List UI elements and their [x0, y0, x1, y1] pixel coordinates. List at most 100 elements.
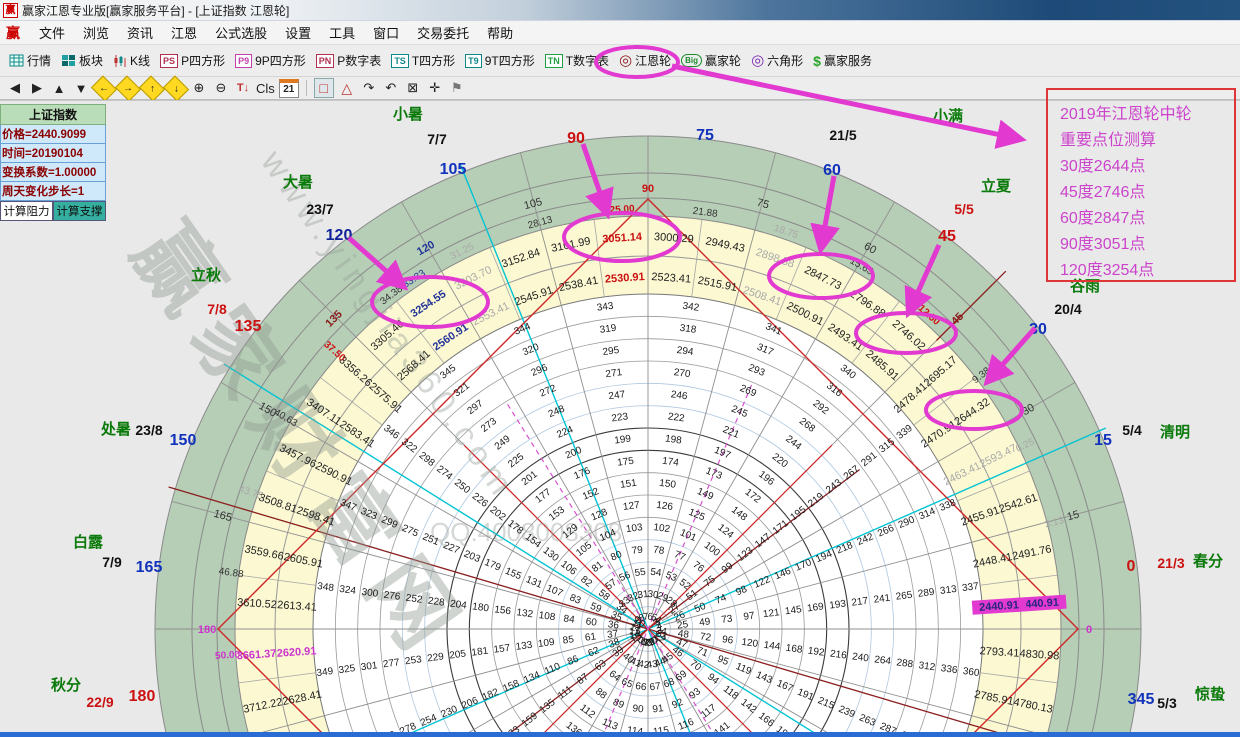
svg-text:120: 120 — [326, 227, 353, 244]
symbol-title: 上证指数 — [0, 104, 106, 125]
svg-text:清明: 清明 — [1160, 423, 1190, 441]
calendar-button[interactable]: 21 — [279, 79, 299, 98]
svg-text:30: 30 — [1029, 321, 1047, 338]
annotation-note-box: 2019年江恩轮中轮重要点位测算30度2644点45度2746点60度2847点… — [1046, 88, 1236, 282]
svg-text:109: 109 — [537, 637, 555, 650]
zoom-out-button[interactable]: ⊖ — [212, 79, 230, 97]
9t-square-button[interactable]: T99T四方形 — [465, 52, 535, 69]
cls-button[interactable]: Cls — [256, 79, 275, 97]
menu-item-帮助[interactable]: 帮助 — [487, 23, 513, 42]
t-number-table-button[interactable]: TNT数字表 — [545, 52, 609, 69]
rotate-cw-button[interactable]: ↷ — [360, 79, 378, 97]
menu-item-交易委托[interactable]: 交易委托 — [417, 23, 469, 42]
panel-row-0: 价格=2440.9099 — [0, 125, 106, 144]
winner-service-button[interactable]: $赢家服务 — [813, 52, 872, 69]
zoom-in-button[interactable]: ⊕ — [190, 79, 208, 97]
svg-text:265: 265 — [895, 590, 913, 603]
quotes-button[interactable]: 行情 — [9, 52, 51, 69]
svg-text:150: 150 — [170, 432, 197, 449]
hexagon-button[interactable]: ◎六角形 — [751, 52, 803, 69]
svg-text:23/8: 23/8 — [135, 422, 162, 438]
calc-support-button[interactable]: 计算支撑 — [53, 201, 106, 221]
svg-text:180: 180 — [472, 601, 490, 614]
9p-square-button[interactable]: P99P四方形 — [235, 52, 306, 69]
nav-right-button[interactable]: ▶ — [28, 79, 46, 97]
p-number-table-button-label: P数字表 — [337, 52, 381, 69]
svg-text:312: 312 — [918, 660, 936, 673]
menu-item-资讯[interactable]: 资讯 — [127, 23, 153, 42]
svg-text:立夏: 立夏 — [981, 177, 1012, 195]
t-square-button[interactable]: TST四方形 — [391, 52, 455, 69]
nav-left-button[interactable]: ◀ — [6, 79, 24, 97]
menu-item-设置[interactable]: 设置 — [285, 23, 311, 42]
winner-wheel-button[interactable]: Big赢家轮 — [681, 52, 741, 69]
svg-text:343: 343 — [596, 301, 614, 314]
svg-text:192: 192 — [807, 646, 825, 659]
svg-text:276: 276 — [383, 590, 401, 603]
menu-item-工具[interactable]: 工具 — [329, 23, 355, 42]
shift-right-button[interactable]: → — [115, 75, 141, 101]
winner-wheel-button-label: 赢家轮 — [705, 52, 741, 69]
menu-item-文件[interactable]: 文件 — [39, 23, 65, 42]
svg-text:处暑: 处暑 — [100, 420, 131, 438]
svg-text:55: 55 — [634, 567, 647, 579]
time-down-button[interactable]: T↓ — [234, 79, 252, 97]
svg-text:229: 229 — [427, 651, 445, 664]
rotate-ccw-button[interactable]: ↶ — [382, 79, 400, 97]
panel-row-1: 时间=20190104 — [0, 144, 106, 163]
menu-item-江恩[interactable]: 江恩 — [171, 23, 197, 42]
note-line-1: 重要点位测算 — [1060, 128, 1224, 154]
menu-item-窗口[interactable]: 窗口 — [373, 23, 399, 42]
svg-text:144: 144 — [763, 640, 781, 653]
svg-text:大暑: 大暑 — [283, 173, 313, 191]
move-tool-button[interactable]: ✛ — [426, 79, 444, 97]
calc-resistance-button[interactable]: 计算阻力 — [0, 201, 53, 221]
svg-text:300: 300 — [361, 587, 379, 600]
gann-wheel-button[interactable]: ◎江恩轮 — [619, 52, 671, 69]
svg-text:168: 168 — [785, 643, 803, 656]
svg-text:198: 198 — [664, 433, 682, 446]
panel-row-2: 变换系数=1.00000 — [0, 163, 106, 182]
svg-text:102: 102 — [653, 522, 671, 535]
square-tool-button[interactable]: □ — [314, 78, 334, 98]
svg-text:91: 91 — [652, 703, 665, 715]
svg-text:5/5: 5/5 — [954, 201, 974, 217]
shift-down-button[interactable]: ↓ — [163, 75, 189, 101]
close-box-button[interactable]: ⊠ — [404, 79, 422, 97]
svg-text:145: 145 — [784, 604, 802, 617]
svg-text:7/8: 7/8 — [207, 301, 227, 317]
svg-text:222: 222 — [667, 411, 685, 424]
box-icon: PS — [160, 54, 178, 68]
svg-text:25.00: 25.00 — [609, 204, 635, 217]
svg-text:271: 271 — [605, 367, 623, 380]
p-square-button[interactable]: PSP四方形 — [160, 52, 225, 69]
svg-text:318: 318 — [679, 323, 697, 336]
svg-text:15: 15 — [1094, 432, 1112, 449]
svg-text:199: 199 — [614, 433, 632, 446]
svg-text:349: 349 — [316, 666, 334, 679]
svg-text:秋分: 秋分 — [51, 676, 81, 694]
flag-tool-button[interactable]: ⚑ — [448, 79, 466, 97]
sectors-button[interactable]: 板块 — [61, 52, 103, 69]
shift-up-button[interactable]: ↑ — [139, 75, 165, 101]
triangle-tool-button[interactable]: △ — [338, 79, 356, 97]
kline-button[interactable]: K线 — [113, 52, 150, 69]
svg-text:135: 135 — [235, 318, 262, 335]
menu-item-公式选股[interactable]: 公式选股 — [215, 23, 267, 42]
9t-square-button-label: 9T四方形 — [485, 52, 535, 69]
p-number-table-button[interactable]: PNP数字表 — [316, 52, 382, 69]
svg-text:204: 204 — [449, 598, 467, 611]
svg-text:7/9: 7/9 — [102, 554, 122, 570]
svg-text:49: 49 — [699, 616, 712, 628]
menu-item-浏览[interactable]: 浏览 — [83, 23, 109, 42]
nav-up-button[interactable]: ▲ — [50, 79, 68, 97]
nav-down-button[interactable]: ▼ — [72, 79, 90, 97]
blocks-icon — [61, 54, 76, 67]
svg-text:97: 97 — [743, 610, 756, 622]
svg-text:247: 247 — [608, 389, 626, 402]
svg-text:151: 151 — [619, 478, 637, 491]
toolbar-separator — [306, 80, 307, 96]
shift-left-button[interactable]: ← — [91, 75, 117, 101]
svg-text:217: 217 — [851, 596, 869, 609]
svg-text:20/4: 20/4 — [1054, 301, 1081, 317]
